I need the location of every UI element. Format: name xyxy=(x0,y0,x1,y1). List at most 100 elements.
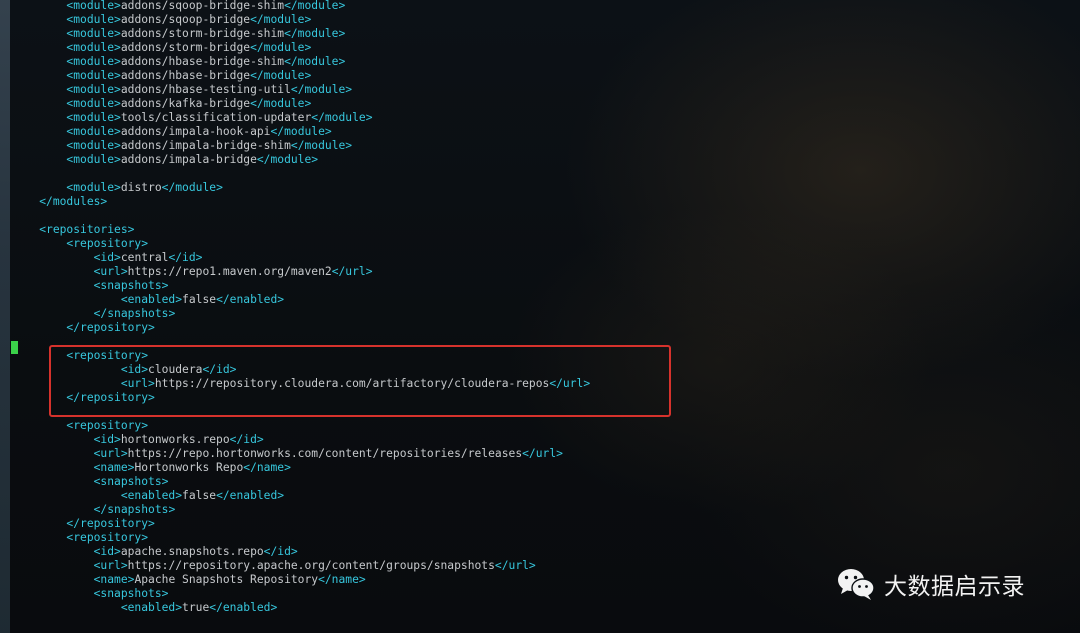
xml-tag: </module> xyxy=(270,125,332,138)
code-line: <repository> xyxy=(12,531,1072,545)
xml-tag: <module> xyxy=(66,153,121,166)
text-cursor xyxy=(11,341,18,354)
xml-tag: <module> xyxy=(66,55,121,68)
xml-value: central xyxy=(120,251,169,264)
xml-tag: <module> xyxy=(66,69,121,82)
code-line: <module>addons/storm-bridge-shim</module… xyxy=(12,27,1072,41)
xml-value: addons/sqoop-bridge-shim xyxy=(120,0,285,12)
code-line: <module>addons/hbase-bridge</module> xyxy=(12,69,1072,83)
xml-value: addons/hbase-testing-util xyxy=(120,83,291,96)
code-line: <id>hortonworks.repo</id> xyxy=(12,433,1072,447)
xml-value: false xyxy=(182,489,217,502)
watermark: 大数据启示录 xyxy=(836,566,1025,602)
xml-tag: <url> xyxy=(93,559,128,572)
xml-value: addons/hbase-bridge xyxy=(120,69,251,82)
xml-value: addons/impala-bridge-shim xyxy=(120,139,291,152)
code-line: <url>https://repo1.maven.org/maven2</url… xyxy=(12,265,1072,279)
code-line: <module>addons/hbase-bridge-shim</module… xyxy=(12,55,1072,69)
code-line: <snapshots> xyxy=(12,279,1072,293)
xml-tag: </id> xyxy=(263,545,298,558)
window-edge xyxy=(0,0,10,633)
xml-tag: </module> xyxy=(290,83,353,96)
xml-tag: </module> xyxy=(250,97,312,110)
xml-tag: </enabled> xyxy=(216,489,285,502)
xml-tag: </id> xyxy=(168,251,203,264)
code-line: <module>addons/sqoop-bridge-shim</module… xyxy=(12,0,1072,13)
xml-tag: <repository> xyxy=(66,531,149,544)
xml-tag: <url> xyxy=(93,447,128,460)
code-line: </snapshots> xyxy=(12,503,1072,517)
xml-tag: </snapshots> xyxy=(93,307,176,320)
xml-tag: <repository> xyxy=(66,419,149,432)
code-editor[interactable]: <module>addons/sqoop-bridge-shim</module… xyxy=(12,0,1072,615)
xml-value: apache.snapshots.repo xyxy=(120,545,264,558)
code-line: <enabled>false</enabled> xyxy=(12,489,1072,503)
xml-value: addons/storm-bridge-shim xyxy=(120,27,285,40)
xml-tag: <module> xyxy=(66,13,121,26)
xml-value: https://repo.hortonworks.com/content/rep… xyxy=(127,447,523,460)
watermark-text: 大数据启示录 xyxy=(884,574,1025,600)
xml-tag: </enabled> xyxy=(216,293,285,306)
code-line: </modules> xyxy=(12,195,1072,209)
xml-tag: <module> xyxy=(66,125,121,138)
xml-tag: </module> xyxy=(161,181,223,194)
xml-tag: </module> xyxy=(290,139,353,152)
xml-tag: </module> xyxy=(284,55,346,68)
xml-value: addons/hbase-bridge-shim xyxy=(120,55,285,68)
xml-tag: <snapshots> xyxy=(93,279,169,292)
xml-value: https://repository.apache.org/content/gr… xyxy=(127,559,495,572)
code-line: <module>addons/sqoop-bridge</module> xyxy=(12,13,1072,27)
xml-tag: <repository> xyxy=(66,237,149,250)
xml-tag: </snapshots> xyxy=(93,503,176,516)
xml-value: addons/impala-bridge xyxy=(120,153,257,166)
xml-tag: <module> xyxy=(66,83,121,96)
highlight-box-cloudera-repository xyxy=(49,345,671,417)
code-line: <enabled>true</enabled> xyxy=(12,601,1072,615)
xml-tag: </id> xyxy=(229,433,264,446)
code-line: <enabled>false</enabled> xyxy=(12,293,1072,307)
xml-tag: </name> xyxy=(318,573,366,586)
xml-value: https://repo1.maven.org/maven2 xyxy=(127,265,332,278)
xml-value: distro xyxy=(120,181,162,194)
xml-value: tools/classification-updater xyxy=(120,111,312,124)
xml-tag: <enabled> xyxy=(120,489,183,502)
xml-tag: <id> xyxy=(93,545,121,558)
xml-tag: </name> xyxy=(243,461,291,474)
code-line: <module>addons/impala-bridge</module> xyxy=(12,153,1072,167)
xml-tag: <module> xyxy=(66,111,121,124)
xml-tag: <module> xyxy=(66,27,121,40)
xml-value: addons/kafka-bridge xyxy=(120,97,251,110)
xml-tag: </repository> xyxy=(66,517,155,530)
xml-tag: <module> xyxy=(66,97,121,110)
xml-value: Hortonworks Repo xyxy=(134,461,244,474)
xml-tag: <name> xyxy=(93,573,135,586)
xml-tag: <id> xyxy=(93,251,121,264)
code-line: <module>addons/impala-bridge-shim</modul… xyxy=(12,139,1072,153)
